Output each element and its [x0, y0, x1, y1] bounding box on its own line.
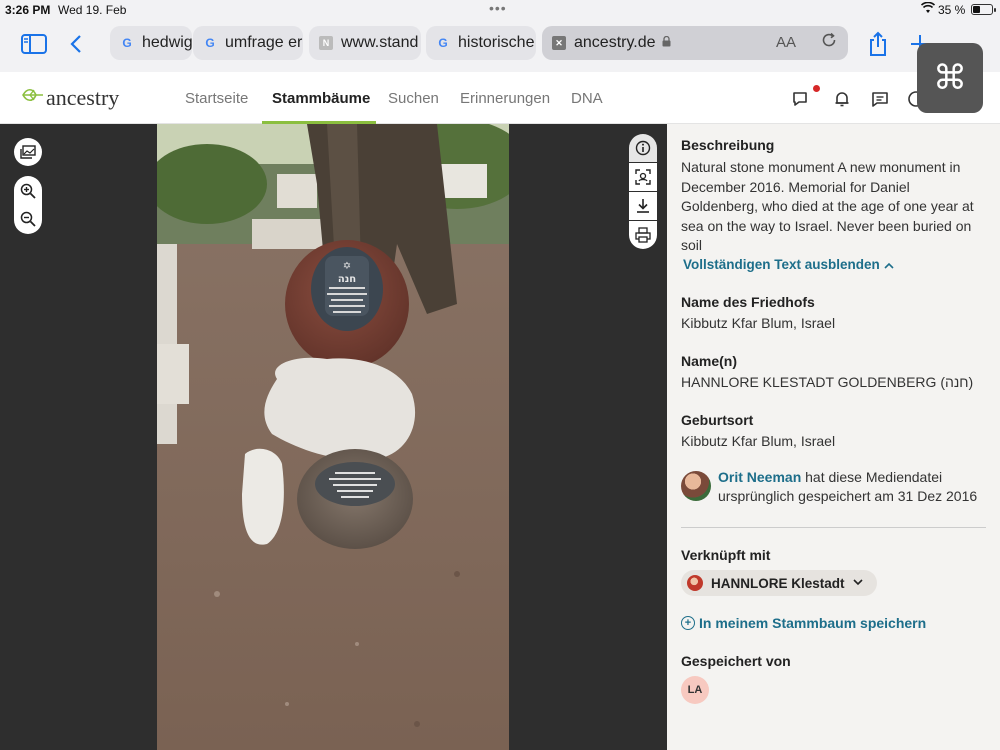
browser-toolbar: G hedwig G umfrage er N www.stand G hist…: [0, 20, 1000, 72]
google-icon: G: [438, 36, 448, 50]
lock-icon: [662, 35, 671, 50]
google-icon: G: [122, 36, 132, 50]
birthplace-value: Kibbutz Kfar Blum, Israel: [681, 433, 836, 449]
description-text: Natural stone monument A new monument in…: [681, 159, 974, 253]
notification-dot: [813, 85, 820, 92]
tab-label: www.stand: [341, 34, 419, 51]
share-icon[interactable]: [866, 30, 890, 58]
linked-person-dropdown[interactable]: HANNLORE Klestadt: [681, 570, 877, 596]
uploader-avatar[interactable]: [681, 471, 711, 501]
svg-text:חנה: חנה: [338, 274, 356, 285]
clock: 3:26 PM: [5, 3, 51, 17]
names-value: HANNLORE KLESTADT GOLDENBERG (חנה): [681, 374, 974, 390]
wifi-icon: [920, 1, 936, 17]
date: Wed 19. Feb: [58, 3, 127, 17]
nav-dna[interactable]: DNA: [571, 90, 603, 107]
nav-startseite[interactable]: Startseite: [185, 90, 248, 107]
tab-label: historische: [458, 34, 535, 51]
birthplace-label: Geburtsort: [681, 412, 754, 428]
info-icon[interactable]: [629, 134, 657, 162]
tab-hedwig[interactable]: G hedwig: [110, 26, 192, 60]
chevron-down-icon: [852, 577, 863, 589]
print-icon[interactable]: [629, 221, 657, 249]
person-avatar: [687, 575, 703, 591]
tab-www-stand[interactable]: N www.stand: [309, 26, 421, 60]
nav-stammbaeume[interactable]: Stammbäume: [272, 90, 370, 107]
close-tab-icon[interactable]: ✕: [552, 36, 566, 50]
tab-label: hedwig: [142, 34, 192, 51]
sidebar-icon[interactable]: [20, 30, 48, 58]
ancestry-logo[interactable]: ancestry: [22, 85, 119, 111]
download-icon[interactable]: [629, 192, 657, 220]
collapse-text-link[interactable]: Vollständigen Text ausblenden: [683, 257, 894, 272]
tab-ancestry[interactable]: ✕ ancestry.de AA: [542, 26, 848, 60]
battery-icon: [971, 4, 996, 15]
battery-percent: 35 %: [938, 3, 966, 17]
detect-faces-icon[interactable]: [629, 163, 657, 191]
zoom-out-icon[interactable]: [14, 205, 42, 233]
viewer-tools: [629, 134, 657, 250]
leaf-icon: [22, 86, 44, 110]
site-navigation: ancestry Startseite Stammbäume Suchen Er…: [0, 72, 1000, 124]
saver-avatar[interactable]: LA: [681, 676, 709, 704]
notion-icon: N: [319, 36, 333, 50]
tab-historische[interactable]: G historische: [426, 26, 536, 60]
nav-erinnerungen[interactable]: Erinnerungen: [460, 90, 550, 107]
linked-label: Verknüpft mit: [681, 547, 771, 563]
zoom-controls: [14, 176, 42, 234]
uploader-name-link[interactable]: Orit Neeman: [718, 469, 801, 485]
back-icon[interactable]: [66, 30, 86, 58]
image-viewer: ✡ חנה: [0, 124, 667, 750]
description-label: Beschreibung: [681, 137, 775, 153]
svg-text:✡: ✡: [343, 261, 351, 272]
text-size-button[interactable]: AA: [776, 34, 796, 51]
address-text[interactable]: ancestry.de: [574, 34, 656, 52]
multitasking-dots-icon[interactable]: •••: [489, 0, 507, 16]
uploader-info: Orit Neeman hat diese Mediendatei ursprü…: [718, 468, 988, 506]
media-details-panel: Beschreibung Natural stone monument A ne…: [667, 124, 1000, 750]
save-to-tree-label: In meinem Stammbaum speichern: [699, 615, 927, 631]
divider: [681, 527, 986, 528]
linked-person-name: HANNLORE Klestadt: [711, 575, 845, 591]
logo-text: ancestry: [46, 85, 120, 110]
zoom-in-icon[interactable]: [14, 177, 42, 205]
hints-icon[interactable]: [789, 88, 811, 110]
cemetery-value: Kibbutz Kfar Blum, Israel: [681, 315, 836, 331]
save-to-tree-link[interactable]: + In meinem Stammbaum speichern: [681, 615, 926, 631]
messages-icon[interactable]: [869, 88, 891, 110]
plus-circle-icon: +: [681, 616, 695, 630]
reload-icon[interactable]: [820, 31, 838, 54]
grave-photo[interactable]: ✡ חנה: [157, 124, 509, 750]
tab-label: umfrage er: [225, 34, 303, 51]
google-icon: G: [205, 36, 215, 50]
nav-suchen[interactable]: Suchen: [388, 90, 439, 107]
saved-by-label: Gespeichert von: [681, 653, 791, 669]
keyboard-shortcut-overlay: ⌘: [917, 43, 983, 113]
bell-icon[interactable]: [831, 88, 853, 110]
status-bar: 3:26 PM Wed 19. Feb ••• 35 %: [0, 0, 1000, 20]
collapse-text-label: Vollständigen Text ausblenden: [683, 257, 880, 272]
gallery-icon[interactable]: [14, 138, 42, 166]
tab-umfrage[interactable]: G umfrage er: [193, 26, 303, 60]
chevron-up-icon: [883, 257, 894, 272]
cemetery-label: Name des Friedhofs: [681, 294, 815, 310]
names-label: Name(n): [681, 353, 738, 369]
